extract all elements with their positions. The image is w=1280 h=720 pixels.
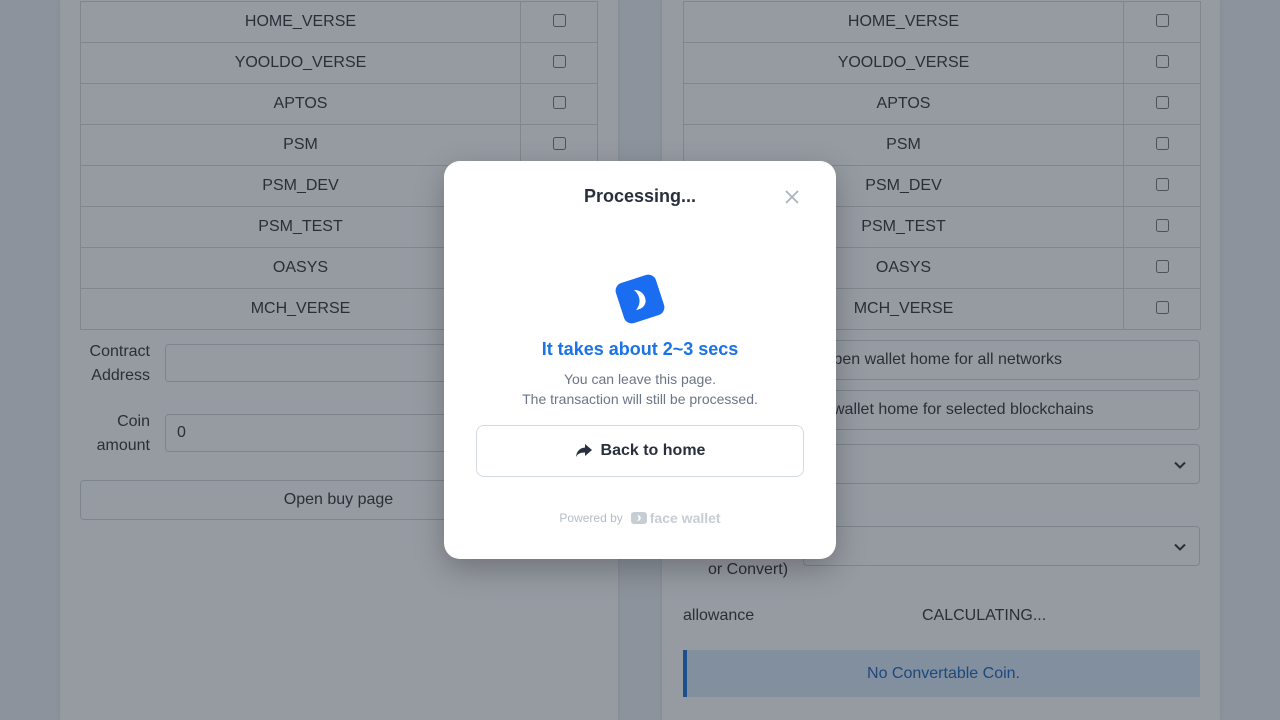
modal-headline: It takes about 2~3 secs [541,339,739,359]
modal-subtext-1: You can leave this page. [563,371,717,387]
face-wallet-brand-text: face wallet [649,510,721,526]
modal-title: Processing... [583,186,697,206]
powered-by-label: Powered by [559,511,623,525]
modal-subtext-2: The transaction will still be processed. [522,391,758,407]
close-icon[interactable] [784,189,800,205]
face-wallet-mark-icon [630,512,647,524]
share-arrow-icon [575,444,592,457]
powered-by: Powered by face wallet [444,510,836,526]
processing-modal: Processing... It takes about 2~3 secs Yo… [444,161,836,559]
face-wallet-logo-icon [615,274,665,324]
back-to-home-button[interactable]: Back to home [476,425,804,477]
back-to-home-label: Back to home [600,442,706,459]
face-wallet-brand: face wallet [630,510,721,526]
